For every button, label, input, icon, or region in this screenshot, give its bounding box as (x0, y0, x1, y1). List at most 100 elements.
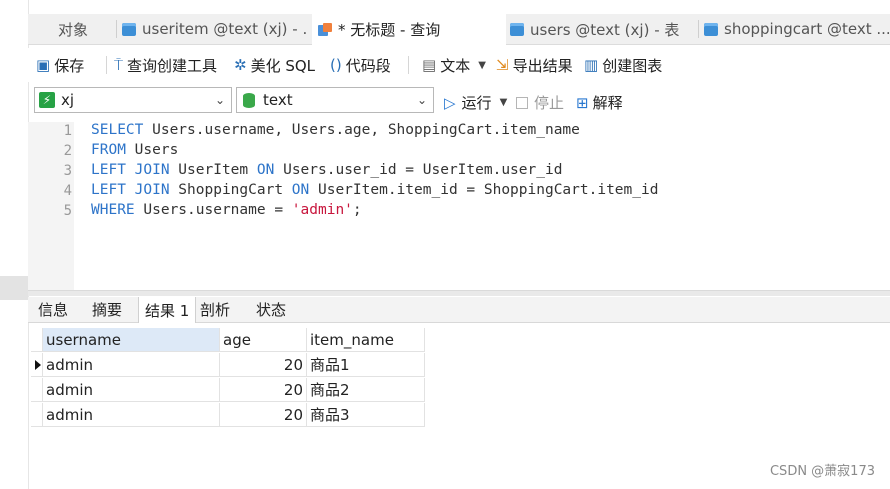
document-icon: ▤ (422, 56, 437, 74)
code-line-1[interactable]: SELECT Users.username, Users.age, Shoppi… (91, 122, 580, 138)
save-label: 保存 (54, 56, 85, 75)
code-snippet-button[interactable]: () 代码段 (330, 55, 391, 75)
text-output-label: 文本 (440, 56, 471, 75)
tab-untitled-query[interactable]: * 无标题 - 查询 (312, 14, 506, 45)
tab-objects[interactable]: 对象 (58, 14, 118, 44)
cell-item-name[interactable]: 商品2 (307, 378, 425, 402)
stop-button[interactable]: 停止 (516, 92, 564, 113)
tab-summary[interactable]: 摘要 (92, 297, 122, 322)
beautify-icon: ✲ (234, 56, 247, 74)
line-number: 4 (63, 183, 72, 199)
editor-result-splitter[interactable] (28, 290, 890, 296)
sql-editor[interactable]: 1 2 3 4 5 SELECT Users.username, Users.a… (28, 122, 890, 290)
column-header-item-name[interactable]: item_name (307, 328, 425, 352)
create-chart-button[interactable]: ▥ 创建图表 (584, 55, 662, 75)
explain-button[interactable]: ⊞ 解释 (576, 92, 623, 113)
cell-age[interactable]: 20 (220, 378, 307, 402)
chart-icon: ▥ (584, 56, 599, 74)
sql-keyword: ON (291, 182, 310, 198)
tab-users-label: users @text (xj) - 表 (530, 20, 680, 39)
current-row-indicator (31, 353, 43, 377)
connection-select[interactable]: ⚡ xj ⌄ (34, 87, 232, 113)
chevron-down-icon[interactable]: ▼ (478, 60, 486, 71)
tab-profile-label: 剖析 (200, 301, 231, 319)
tab-divider (698, 20, 699, 38)
save-icon: ▣ (36, 56, 51, 74)
tab-status[interactable]: 状态 (256, 297, 286, 322)
tab-useritem-label: useritem @text (xj) - ... (142, 20, 308, 38)
code-line-3[interactable]: LEFT JOIN UserItem ON Users.user_id = Us… (91, 162, 562, 178)
cell-username[interactable]: admin (43, 353, 220, 377)
sql-keyword: ON (256, 162, 275, 178)
tab-result-1[interactable]: 结果 1 (138, 297, 197, 323)
sql-string: 'admin' (291, 202, 353, 218)
text-output-button[interactable]: ▤ 文本 ▼ (422, 55, 486, 75)
column-header-age[interactable]: age (220, 328, 307, 352)
cell-item-name[interactable]: 商品1 (307, 353, 425, 377)
tab-profile[interactable]: 剖析 (200, 297, 230, 322)
column-header-username[interactable]: username (43, 328, 220, 352)
export-label: 导出结果 (512, 56, 573, 75)
left-edge-panel (0, 0, 29, 489)
code-line-5[interactable]: WHERE Users.username = 'admin'; (91, 202, 362, 218)
line-number: 5 (63, 203, 72, 219)
query-toolbar: ▣ 保存 ⍑ 查询创建工具 ✲ 美化 SQL () 代码段 ▤ 文本 ▼ ⇲ 导… (28, 48, 890, 82)
stop-label: 停止 (534, 94, 565, 112)
tab-shoppingcart[interactable]: shoppingcart @text ... (704, 14, 890, 44)
export-results-button[interactable]: ⇲ 导出结果 (496, 55, 573, 75)
tab-info[interactable]: 信息 (38, 297, 68, 322)
code-line-4[interactable]: LEFT JOIN ShoppingCart ON UserItem.item_… (91, 182, 658, 198)
cell-age[interactable]: 20 (220, 403, 307, 427)
database-select[interactable]: text ⌄ (236, 87, 434, 113)
explain-label: 解释 (592, 94, 623, 112)
watermark: CSDN @萧寂173 (769, 464, 875, 479)
save-button[interactable]: ▣ 保存 (36, 55, 84, 75)
connection-icon: ⚡ (39, 92, 55, 108)
create-chart-label: 创建图表 (602, 56, 663, 75)
beautify-sql-button[interactable]: ✲ 美化 SQL (234, 55, 315, 75)
row-indicator (31, 378, 43, 402)
left-edge-marker (0, 276, 28, 300)
snippet-icon: () (330, 56, 342, 74)
tab-summary-label: 摘要 (92, 301, 123, 319)
tab-shoppingcart-label: shoppingcart @text ... (724, 20, 890, 38)
chevron-down-icon: ⌄ (416, 93, 427, 107)
run-button[interactable]: ▷ 运行 ▼ (444, 92, 507, 113)
sql-keyword: LEFT JOIN (91, 162, 170, 178)
tab-users[interactable]: users @text (xj) - 表 (510, 14, 696, 44)
sql-keyword: FROM (91, 142, 126, 158)
line-number-gutter: 1 2 3 4 5 (28, 122, 74, 290)
tab-bar: 对象 useritem @text (xj) - ... * 无标题 - 查询 … (28, 14, 890, 45)
sql-keyword: SELECT (91, 122, 144, 138)
connection-row: ⚡ xj ⌄ text ⌄ ▷ 运行 ▼ 停止 ⊞ 解释 (28, 86, 890, 116)
cell-item-name[interactable]: 商品3 (307, 403, 425, 427)
database-icon (243, 92, 255, 108)
export-icon: ⇲ (496, 56, 509, 74)
line-number: 2 (63, 143, 72, 159)
line-number: 1 (63, 123, 72, 139)
database-value: text (263, 91, 293, 109)
beautify-label: 美化 SQL (250, 56, 316, 75)
query-builder-button[interactable]: ⍑ 查询创建工具 (114, 55, 217, 75)
cell-username[interactable]: admin (43, 403, 220, 427)
tab-info-label: 信息 (38, 301, 69, 319)
run-label: 运行 (461, 94, 492, 112)
tab-result-1-label: 结果 1 (145, 301, 190, 320)
cell-username[interactable]: admin (43, 378, 220, 402)
chevron-down-icon[interactable]: ▼ (500, 97, 508, 108)
cell-age[interactable]: 20 (220, 353, 307, 377)
sql-keyword: LEFT JOIN (91, 182, 170, 198)
explain-icon: ⊞ (576, 93, 589, 112)
stop-icon (516, 96, 528, 109)
tab-useritem[interactable]: useritem @text (xj) - ... (122, 14, 308, 44)
toolbar-divider (106, 56, 107, 74)
table-icon (704, 22, 718, 36)
query-builder-label: 查询创建工具 (127, 56, 218, 75)
tab-untitled-query-label: * 无标题 - 查询 (338, 21, 441, 39)
tab-status-label: 状态 (256, 301, 287, 319)
tab-divider (116, 20, 117, 38)
line-number: 3 (63, 163, 72, 179)
tab-objects-label: 对象 (58, 20, 89, 39)
code-line-2[interactable]: FROM Users (91, 142, 178, 158)
table-icon (510, 22, 524, 36)
